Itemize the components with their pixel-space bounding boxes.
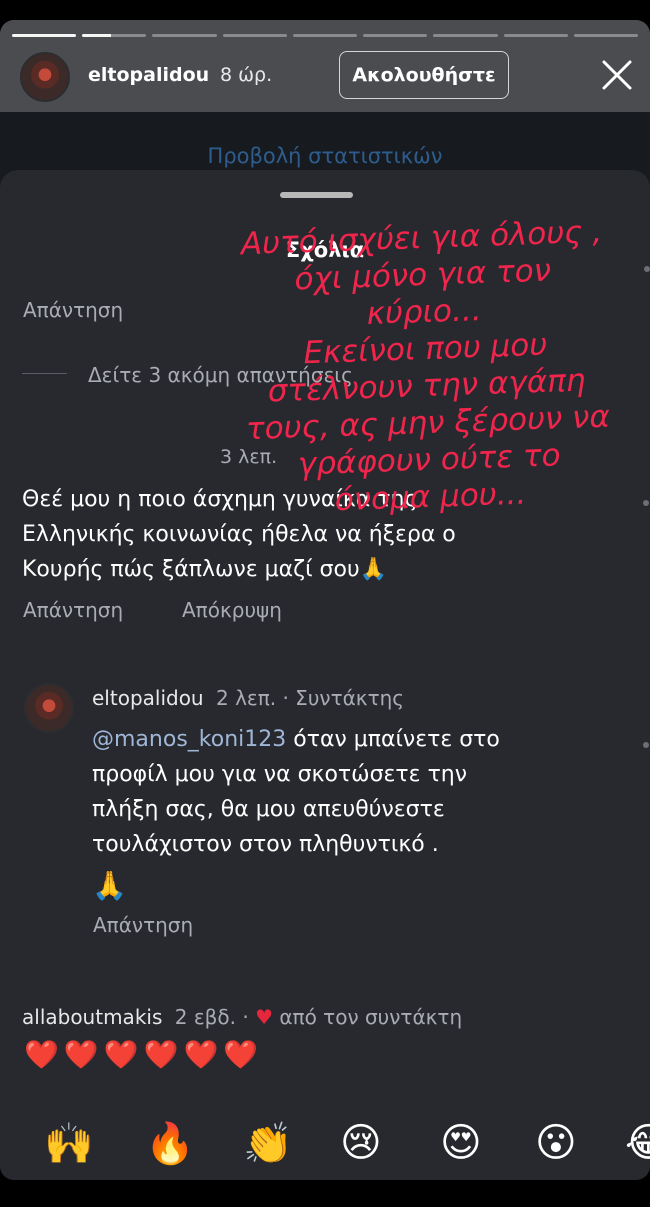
hide-button[interactable]: Απόκρυψη	[182, 598, 282, 622]
replies-divider	[22, 373, 67, 374]
close-icon[interactable]	[600, 58, 634, 92]
comment-time: 3 λεπ.	[220, 446, 278, 468]
comment-author[interactable]: eltopalidou 2 λεπ. · Συντάκτης	[92, 686, 404, 710]
reply-button[interactable]: Απάντηση	[23, 598, 123, 622]
view-more-replies[interactable]: Δείτε 3 ακόμη απαντήσεις	[88, 363, 353, 387]
comment-line: Ελληνικής κοινωνίας ήθελα να ήξερα ο	[22, 522, 456, 547]
progress-segment	[433, 34, 498, 37]
progress-segment	[573, 34, 638, 37]
progress-segment	[503, 34, 568, 37]
progress-segment	[363, 34, 428, 37]
scroll-indicator	[643, 742, 649, 748]
reaction-crying[interactable]: 😢	[340, 1120, 382, 1166]
comments-sheet: Σχόλια Απάντηση Δείτε 3 ακόμη απαντήσεις…	[0, 170, 650, 1180]
scroll-indicator	[643, 500, 649, 506]
follow-button[interactable]: Ακολουθήστε	[339, 51, 509, 99]
heart-icon: ♥	[255, 1005, 273, 1029]
comment-line: Θεέ μου η ποιο άσχημη γυναίκα της	[22, 487, 418, 512]
quick-reactions-bar: 🙌 🔥 👏 😢 😍 😮 😂	[0, 1120, 650, 1180]
comment-text: @manos_koni123 όταν μπαίνετε στο προφίλ …	[92, 722, 500, 903]
reaction-heart-eyes[interactable]: 😍	[440, 1120, 482, 1166]
reaction-fire[interactable]: 🔥	[145, 1120, 195, 1167]
comment-line: πλήξη σας, θα μου απευθύνεστε	[92, 797, 445, 822]
story-time: 8 ώρ.	[220, 64, 273, 86]
liked-by-author: από τον συντάκτη	[279, 1005, 463, 1029]
progress-segment-current	[82, 34, 147, 37]
comment-meta: 2 λεπ. · Συντάκτης	[215, 686, 405, 710]
progress-segment	[222, 34, 287, 37]
comment-meta: 2 εβδ. ·	[174, 1005, 249, 1029]
comment-hearts: ❤️❤️❤️❤️❤️❤️	[24, 1038, 264, 1071]
reply-button[interactable]: Απάντηση	[93, 913, 193, 937]
comment-line: Κουρής πώς ξάπλωνε μαζί σου🙏	[22, 557, 388, 582]
reaction-raising-hands[interactable]: 🙌	[44, 1120, 94, 1167]
sheet-title: Σχόλια	[285, 238, 365, 262]
sheet-drag-handle[interactable]	[280, 192, 353, 198]
progress-segment	[292, 34, 358, 37]
comment-text: Θεέ μου η ποιο άσχημη γυναίκα της Ελληνι…	[22, 482, 456, 587]
comment-username[interactable]: allaboutmakis	[22, 1005, 162, 1029]
reaction-laughing[interactable]: 😂	[625, 1120, 650, 1166]
story-frame: eltopalidou 8 ώρ. Ακολουθήστε Προβολή στ…	[0, 20, 650, 1180]
reaction-surprised[interactable]: 😮	[535, 1120, 577, 1166]
view-insights-link[interactable]: Προβολή στατιστικών	[0, 144, 650, 168]
avatar[interactable]	[20, 52, 70, 102]
comment-line: προφίλ μου για να σκοτώσετε την	[92, 762, 468, 787]
progress-segment	[12, 34, 77, 37]
comment-line: @manos_koni123 όταν μπαίνετε στο	[92, 722, 500, 757]
avatar[interactable]	[24, 683, 74, 733]
scroll-indicator	[644, 266, 650, 272]
reaction-clapping[interactable]: 👏	[243, 1120, 293, 1167]
story-username[interactable]: eltopalidou	[88, 64, 209, 86]
comment-emoji: 🙏	[92, 869, 127, 902]
comment-line-1: όταν μπαίνετε στο	[286, 727, 500, 752]
story-progress-bar	[12, 34, 638, 37]
comment-line: τουλάχιστον στον πληθυντικό .	[92, 832, 439, 857]
progress-segment	[152, 34, 217, 37]
comment-author[interactable]: allaboutmakis 2 εβδ. · ♥ από τον συντάκτ…	[22, 1005, 462, 1029]
reply-button[interactable]: Απάντηση	[23, 298, 123, 322]
comment-username[interactable]: eltopalidou	[92, 686, 204, 710]
mention-link[interactable]: @manos_koni123	[92, 727, 286, 752]
